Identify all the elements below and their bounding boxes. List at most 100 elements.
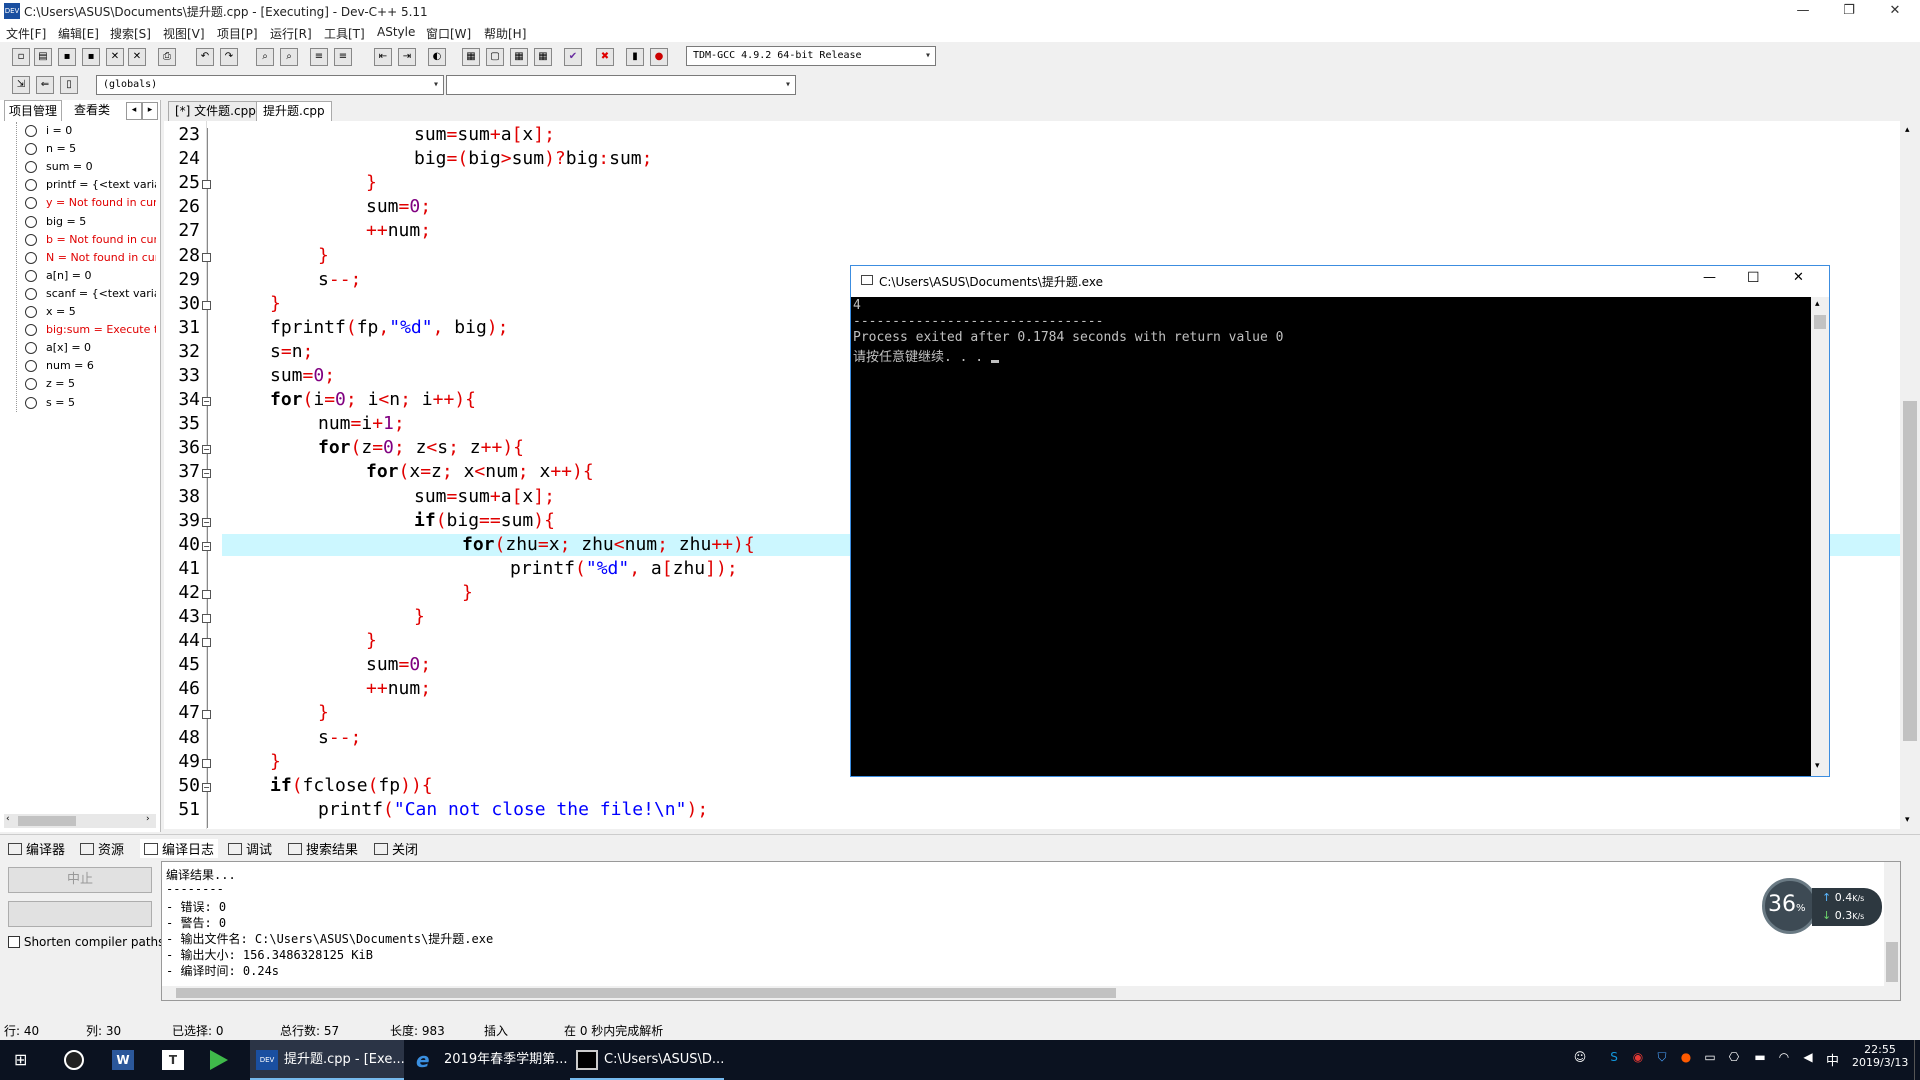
restore-button[interactable]: ❐	[1826, 0, 1872, 22]
insert-icon[interactable]: ⇲	[12, 76, 30, 94]
console-maximize-button[interactable]: ☐	[1747, 270, 1760, 286]
usb-icon[interactable]: ⎔	[1726, 1050, 1742, 1066]
volume-icon[interactable]: ◀	[1800, 1050, 1816, 1066]
tab-class-view[interactable]: 查看类	[70, 100, 114, 120]
menu-edit[interactable]: 编辑[E]	[58, 25, 99, 42]
watch-item[interactable]: i = 0	[46, 124, 156, 137]
tab-compile-log[interactable]: 编译日志	[140, 839, 219, 858]
code-line[interactable]: }	[414, 606, 425, 627]
code-line[interactable]: printf("Can not close the file!\n");	[318, 799, 708, 820]
debug-icon[interactable]: ●	[650, 48, 668, 66]
chevron-right-icon[interactable]: ▸	[142, 102, 158, 120]
close-file-icon[interactable]: ✕	[106, 48, 124, 66]
console-output[interactable]: 4 -------------------------------- Proce…	[851, 297, 1811, 776]
message-icon[interactable]: ▬	[1752, 1050, 1768, 1066]
typora-icon[interactable]: T	[162, 1050, 184, 1070]
code-line[interactable]: for(z=0; z<s; z++){	[318, 437, 524, 458]
watch-item[interactable]: a[n] = 0	[46, 269, 156, 282]
code-line[interactable]: }	[270, 751, 281, 772]
watch-item[interactable]: num = 6	[46, 359, 156, 372]
code-line[interactable]: if(big==sum){	[414, 510, 555, 531]
chevron-right-icon[interactable]: ›	[146, 814, 150, 824]
show-desktop-button[interactable]	[1914, 1040, 1915, 1080]
tab-tisheng-cpp[interactable]: 提升题.cpp	[256, 101, 332, 121]
media-player-icon[interactable]	[210, 1050, 228, 1070]
code-line[interactable]: }	[462, 582, 473, 603]
fold-collapse-icon[interactable]: −	[202, 397, 211, 407]
wifi-icon[interactable]: ◠	[1776, 1050, 1792, 1066]
code-line[interactable]: }	[366, 630, 377, 651]
undo-icon[interactable]: ↶	[196, 48, 214, 66]
project-add-icon[interactable]: ▢	[486, 48, 504, 66]
code-line[interactable]: fprintf(fp,"%d", big);	[270, 317, 508, 338]
toggle-panel-icon[interactable]: ▯	[60, 76, 78, 94]
chevron-down-icon[interactable]: ▾	[1815, 761, 1820, 771]
watch-item[interactable]: N = Not found in curr	[46, 251, 156, 264]
skype-icon[interactable]: S	[1606, 1050, 1622, 1066]
chevron-down-icon[interactable]: ▾	[1905, 815, 1910, 825]
tab-close[interactable]: 关闭	[374, 839, 418, 858]
watch-item[interactable]: b = Not found in curr	[46, 233, 156, 246]
chevron-left-icon[interactable]: ‹	[6, 814, 10, 824]
menu-tools[interactable]: 工具[T]	[324, 25, 365, 42]
menu-file[interactable]: 文件[F]	[6, 25, 46, 42]
project-options-icon[interactable]: ▦	[534, 48, 552, 66]
scrollbar-thumb[interactable]	[1886, 942, 1898, 982]
fold-collapse-icon[interactable]: −	[202, 445, 211, 455]
menu-window[interactable]: 窗口[W]	[426, 25, 471, 42]
tab-resources[interactable]: 资源	[80, 839, 124, 858]
code-line[interactable]: s--;	[318, 269, 361, 290]
editor-vscrollbar[interactable]: ▴ ▾	[1900, 121, 1920, 829]
code-line[interactable]: sum=0;	[270, 365, 335, 386]
people-icon[interactable]: ☺	[1572, 1050, 1588, 1066]
watch-item[interactable]: x = 5	[46, 305, 156, 318]
log-vscrollbar[interactable]	[1884, 862, 1900, 1000]
tab-project-manager[interactable]: 项目管理	[4, 100, 63, 121]
qq-icon[interactable]	[64, 1050, 84, 1070]
goto-icon[interactable]: ⇐	[36, 76, 54, 94]
console-close-button[interactable]: ✕	[1793, 270, 1804, 285]
fold-collapse-icon[interactable]: −	[202, 469, 211, 479]
code-line[interactable]: ++num;	[366, 220, 431, 241]
qq-tray-icon[interactable]: ●	[1678, 1050, 1694, 1066]
code-line[interactable]: printf("%d", a[zhu]);	[510, 558, 738, 579]
new-file-icon[interactable]: ▫	[12, 48, 30, 66]
redo-icon[interactable]: ↷	[220, 48, 238, 66]
code-line[interactable]: }	[318, 245, 329, 266]
scrollbar-thumb[interactable]	[176, 988, 1116, 998]
member-select[interactable]: ▾	[446, 75, 796, 95]
chevron-left-icon[interactable]: ◂	[126, 102, 142, 120]
open-folder-icon[interactable]: ▤	[34, 48, 52, 66]
scope-select[interactable]: (globals) ▾	[96, 75, 444, 95]
left-panel-hscrollbar[interactable]: ‹ ›	[4, 814, 156, 828]
menu-search[interactable]: 搜索[S]	[110, 25, 151, 42]
chevron-up-icon[interactable]: ▴	[1815, 299, 1820, 309]
tab-debug[interactable]: 调试	[228, 839, 272, 858]
code-line[interactable]: s=n;	[270, 341, 313, 362]
ime-indicator[interactable]: 中	[1826, 1050, 1839, 1069]
code-line[interactable]: big=(big>sum)?big:sum;	[414, 148, 652, 169]
watch-item[interactable]: z = 5	[46, 377, 156, 390]
shorten-paths-option[interactable]: Shorten compiler paths	[8, 935, 164, 949]
watch-item[interactable]: sum = 0	[46, 160, 156, 173]
chevron-up-icon[interactable]: ▴	[1905, 125, 1910, 135]
watch-item[interactable]: big:sum = Execute to	[46, 323, 156, 336]
save-all-icon[interactable]: ▪	[82, 48, 100, 66]
console-window[interactable]: C:\Users\ASUS\Documents\提升题.exe — ☐ ✕ 4 …	[850, 265, 1830, 777]
code-line[interactable]: for(i=0; i<n; i++){	[270, 389, 476, 410]
task-browser[interactable]: e 2019年春季学期第...	[410, 1040, 567, 1080]
network-monitor-widget[interactable]: 36% ↑ 0.4K/s ↓ 0.3K/s	[1762, 878, 1882, 934]
watch-item[interactable]: y = Not found in curr	[46, 196, 156, 209]
code-line[interactable]: sum=sum+a[x];	[414, 124, 555, 145]
log-hscrollbar[interactable]	[162, 986, 1884, 1000]
close-button[interactable]: ✕	[1872, 0, 1918, 22]
code-line[interactable]: s--;	[318, 727, 361, 748]
watch-item[interactable]: big = 5	[46, 215, 156, 228]
task-devcpp[interactable]: DEV 提升题.cpp - [Exe...	[250, 1040, 405, 1080]
indent-icon[interactable]: ⇤	[374, 48, 392, 66]
console-minimize-button[interactable]: —	[1703, 270, 1716, 285]
toggle-comment-icon[interactable]: ◐	[428, 48, 446, 66]
code-line[interactable]: num=i+1;	[318, 413, 405, 434]
watch-item[interactable]: a[x] = 0	[46, 341, 156, 354]
unindent-icon[interactable]: ⇥	[398, 48, 416, 66]
